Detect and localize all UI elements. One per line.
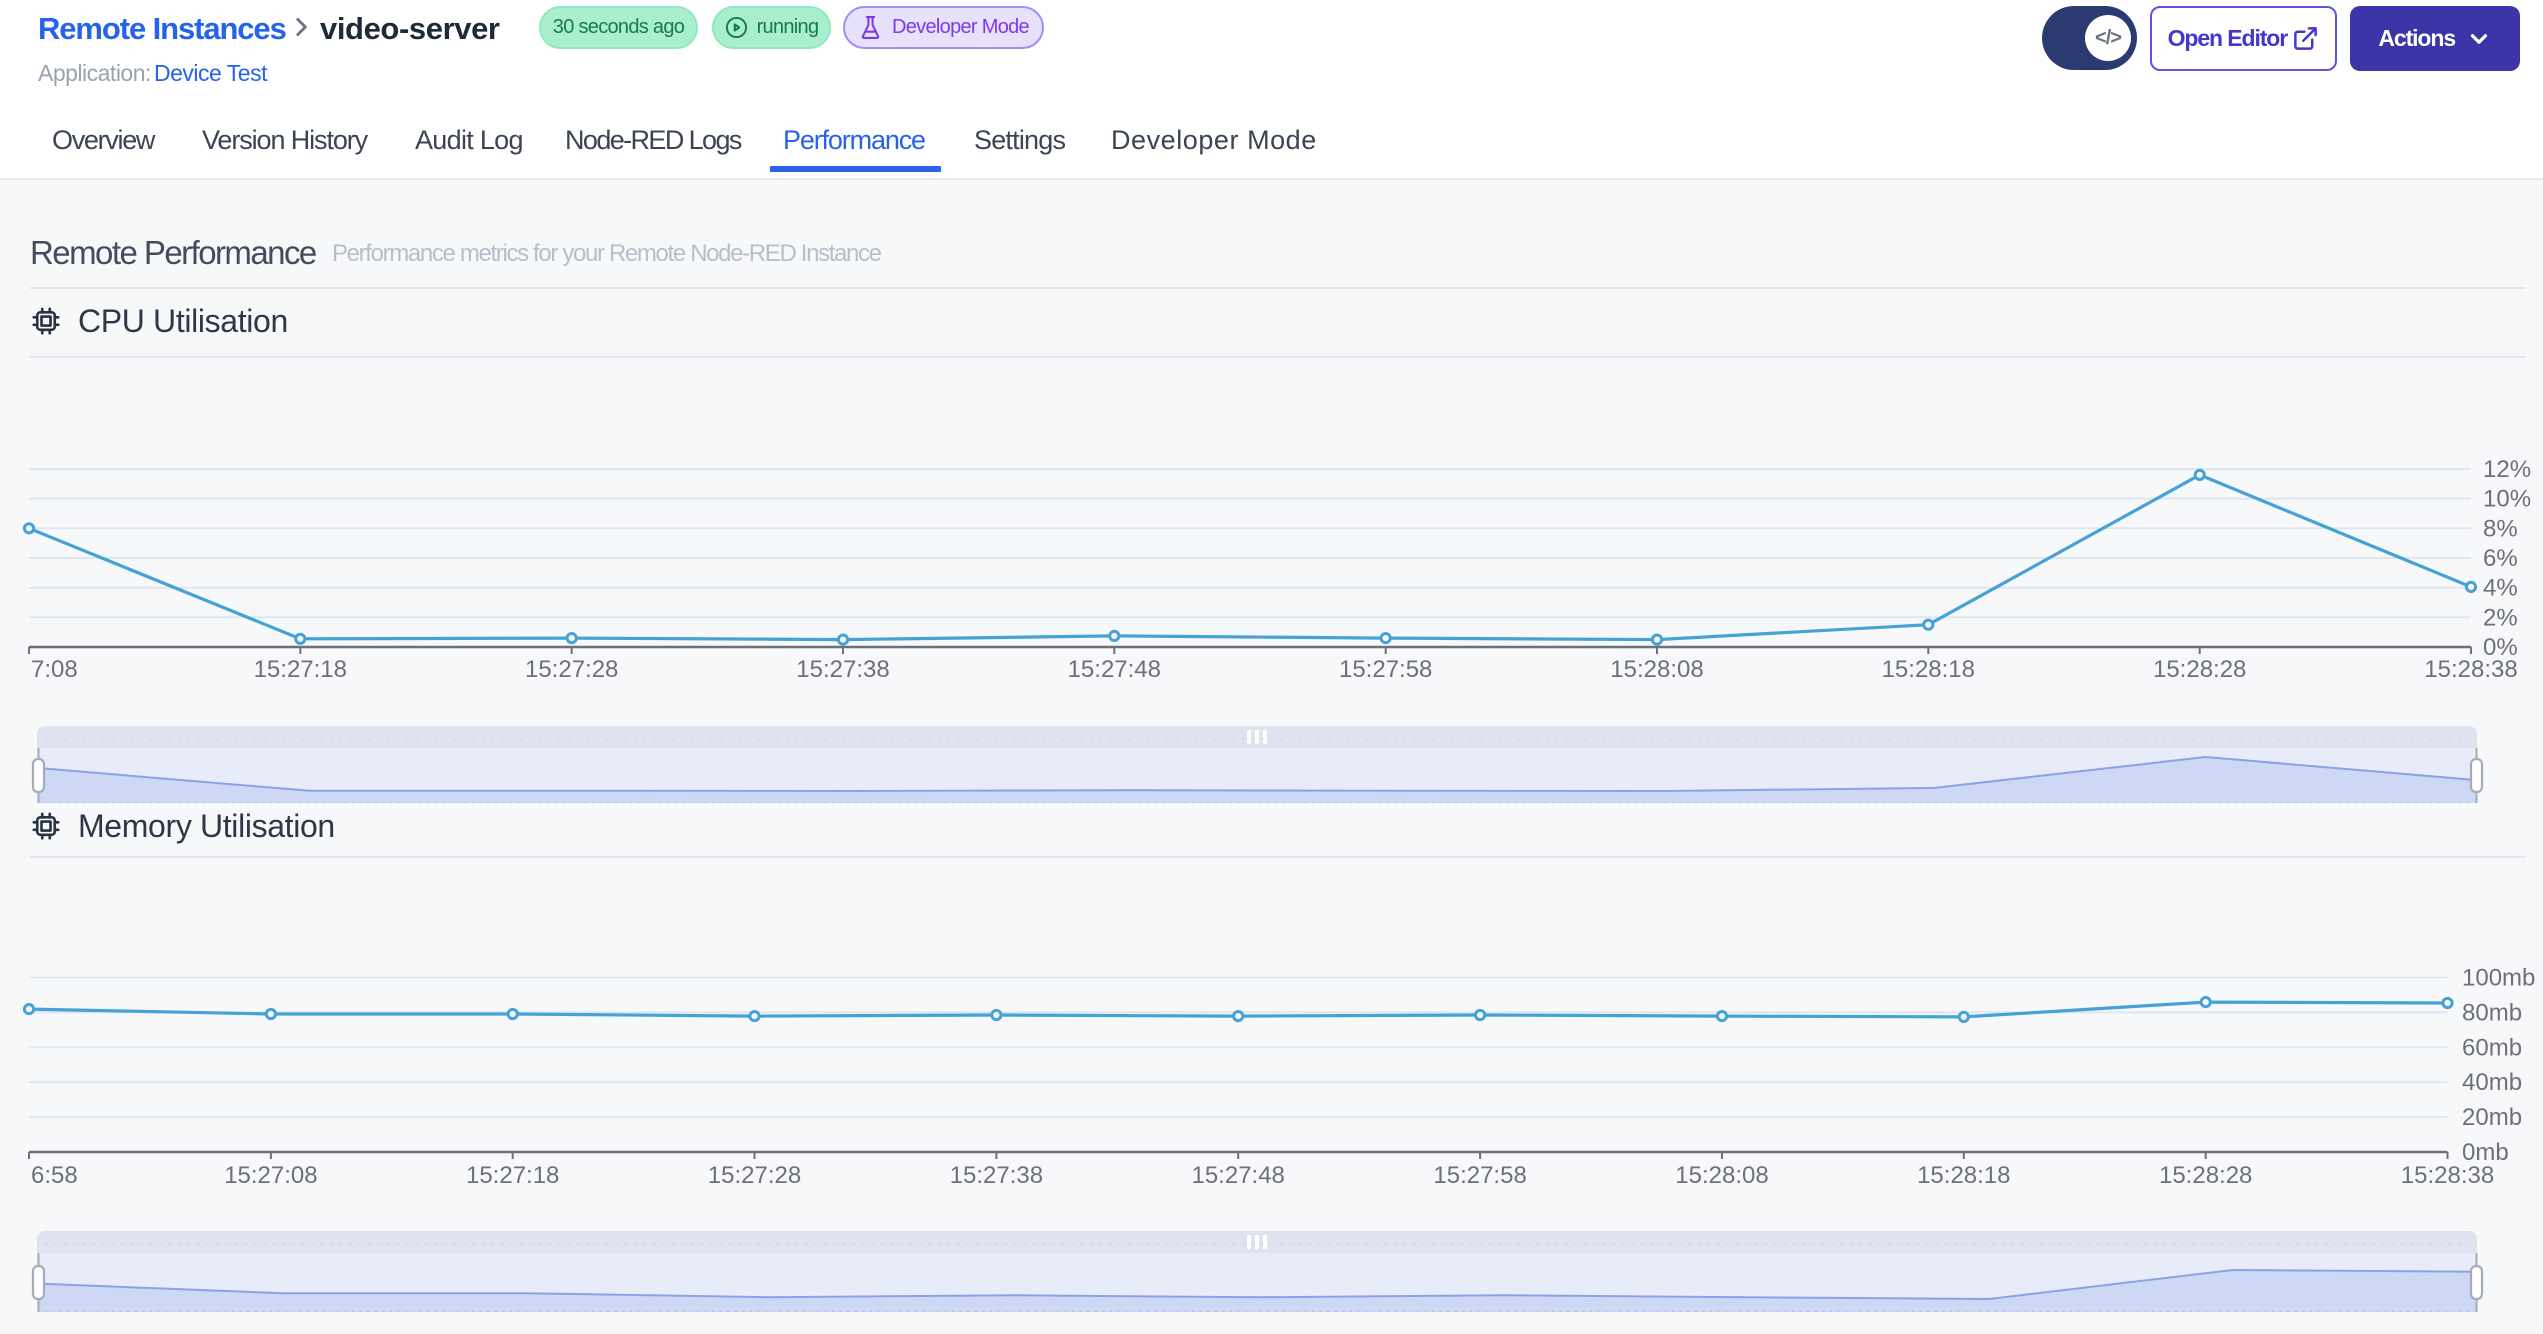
svg-text:15:27:28: 15:27:28 <box>708 1162 801 1189</box>
svg-text:7:08: 7:08 <box>31 656 78 683</box>
svg-text:15:27:48: 15:27:48 <box>1068 656 1161 683</box>
svg-text:15:27:28: 15:27:28 <box>525 656 618 683</box>
svg-text:20mb: 20mb <box>2462 1104 2522 1131</box>
svg-text:15:27:38: 15:27:38 <box>796 656 889 683</box>
svg-text:15:27:58: 15:27:58 <box>1433 1162 1526 1189</box>
svg-text:100mb: 100mb <box>2462 965 2535 992</box>
svg-text:15:28:08: 15:28:08 <box>1675 1162 1768 1189</box>
svg-text:15:28:08: 15:28:08 <box>1610 656 1703 683</box>
svg-text:15:27:38: 15:27:38 <box>950 1162 1043 1189</box>
svg-text:12%: 12% <box>2483 456 2531 483</box>
svg-text:15:27:48: 15:27:48 <box>1191 1162 1284 1189</box>
svg-text:4%: 4% <box>2483 575 2518 602</box>
svg-text:15:27:18: 15:27:18 <box>254 656 347 683</box>
svg-text:2%: 2% <box>2483 604 2518 631</box>
svg-text:8%: 8% <box>2483 515 2518 542</box>
svg-text:15:28:18: 15:28:18 <box>1882 656 1975 683</box>
svg-text:15:28:28: 15:28:28 <box>2159 1162 2252 1189</box>
svg-text:15:27:18: 15:27:18 <box>466 1162 559 1189</box>
svg-text:15:28:38: 15:28:38 <box>2424 656 2517 683</box>
svg-text:15:28:18: 15:28:18 <box>1917 1162 2010 1189</box>
svg-text:15:28:28: 15:28:28 <box>2153 656 2246 683</box>
svg-text:10%: 10% <box>2483 486 2531 513</box>
svg-text:15:27:58: 15:27:58 <box>1339 656 1432 683</box>
svg-text:6:58: 6:58 <box>31 1162 78 1189</box>
svg-text:60mb: 60mb <box>2462 1034 2522 1061</box>
svg-text:6%: 6% <box>2483 545 2518 572</box>
svg-text:15:28:38: 15:28:38 <box>2401 1162 2494 1189</box>
svg-text:40mb: 40mb <box>2462 1069 2522 1096</box>
svg-text:15:27:08: 15:27:08 <box>224 1162 317 1189</box>
svg-text:80mb: 80mb <box>2462 999 2522 1026</box>
